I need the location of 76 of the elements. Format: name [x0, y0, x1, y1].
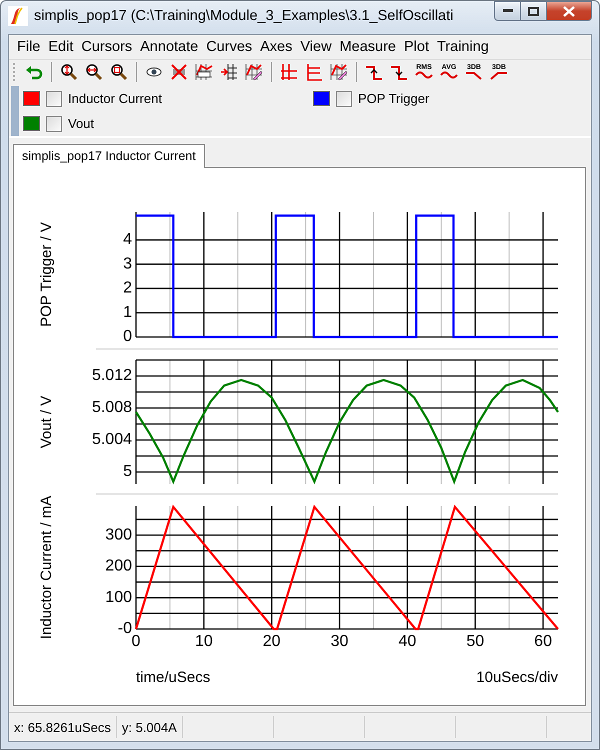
edit-icon	[330, 63, 348, 81]
tick-label: 200	[105, 558, 132, 575]
tick-label: 4	[123, 231, 132, 248]
checkbox[interactable]	[46, 116, 62, 132]
axis-title: Vout / V	[38, 396, 55, 448]
axis-title: POP Trigger / V	[38, 222, 55, 327]
color-swatch[interactable]	[23, 116, 40, 131]
add-axis-icon	[220, 63, 238, 81]
axis-title: time/uSecs	[136, 669, 210, 686]
close-button[interactable]	[546, 1, 592, 21]
slope-icon	[490, 71, 508, 80]
menu-item[interactable]: Training	[432, 39, 493, 55]
maximize-icon	[528, 6, 539, 16]
menu-item[interactable]: Edit	[44, 39, 78, 55]
tick-label: 0	[123, 328, 132, 346]
tick-label: -0	[118, 620, 132, 638]
menu-item[interactable]: File	[13, 39, 44, 55]
menu-item[interactable]: Axes	[256, 39, 296, 55]
tick-label: 100	[105, 588, 132, 606]
legend-label: Inductor Current	[68, 91, 162, 106]
slope-icon	[465, 71, 483, 80]
axis-title: Inductor Current / mA	[38, 496, 55, 640]
tab[interactable]: simplis_pop17 Inductor Current	[13, 144, 205, 168]
tick-label: 10	[194, 633, 213, 650]
tick-label: 1	[123, 304, 132, 321]
falling-edge-icon	[390, 63, 408, 81]
toolbar-button[interactable]	[218, 61, 240, 83]
menu-item[interactable]: View	[296, 39, 336, 55]
status-text: x: 65.8261uSecs	[9, 716, 117, 738]
minimize-icon	[502, 9, 512, 13]
tick-label: 60	[534, 633, 552, 650]
scale-label: 10uSecs/div	[476, 669, 558, 686]
tick-label: 0	[132, 633, 140, 650]
toolbar-button[interactable]	[193, 61, 215, 83]
app-logo-icon	[8, 6, 28, 26]
tick-label: 5.004	[92, 431, 132, 448]
wave-icon	[415, 71, 433, 80]
maximize-button[interactable]	[520, 1, 547, 21]
wave-icon	[440, 71, 458, 80]
undo-icon	[25, 63, 43, 81]
zoom-icon	[60, 63, 78, 81]
grid-icon	[280, 63, 298, 81]
toolbar-button[interactable]	[328, 61, 350, 83]
checkbox[interactable]	[46, 90, 62, 106]
tick-label: 50	[466, 633, 484, 650]
color-swatch[interactable]	[313, 91, 330, 106]
legend-label: Vout	[68, 116, 94, 131]
edit-icon	[245, 63, 263, 81]
rising-edge-icon	[365, 63, 383, 81]
checkbox[interactable]	[336, 90, 352, 106]
zoom-icon	[110, 63, 128, 81]
status-text: y: 5.004A	[116, 716, 183, 738]
menu-item[interactable]: Curves	[202, 39, 256, 55]
color-swatch[interactable]	[23, 91, 40, 106]
menu-item[interactable]: Cursors	[77, 39, 136, 55]
axis-icon	[305, 63, 323, 81]
legend-label: POP Trigger	[358, 91, 430, 106]
tick-label: 40	[398, 633, 416, 650]
menu-item[interactable]: Annotate	[136, 39, 202, 55]
tick-label: 5	[123, 463, 132, 480]
window-title: simplis_pop17 (C:\Training\Module_3_Examples\3.1_SelfOscillati	[34, 8, 454, 24]
tick-label: 5.008	[92, 399, 132, 416]
cross-icon	[170, 63, 188, 81]
menu-item[interactable]: Plot	[400, 39, 433, 55]
tick-label: 300	[105, 526, 132, 544]
tick-label: 30	[330, 633, 348, 650]
tick-label: 5.012	[92, 367, 132, 384]
close-icon	[563, 6, 575, 16]
menu-item[interactable]: Measure	[336, 39, 400, 55]
curve-label-icon	[195, 63, 213, 81]
zoom-icon	[85, 63, 103, 81]
tick-label: 20	[262, 633, 281, 650]
toolbar-button[interactable]	[243, 61, 265, 83]
tick-label: 3	[123, 255, 132, 272]
minimize-button[interactable]	[494, 1, 521, 21]
tick-label: 2	[123, 280, 132, 297]
